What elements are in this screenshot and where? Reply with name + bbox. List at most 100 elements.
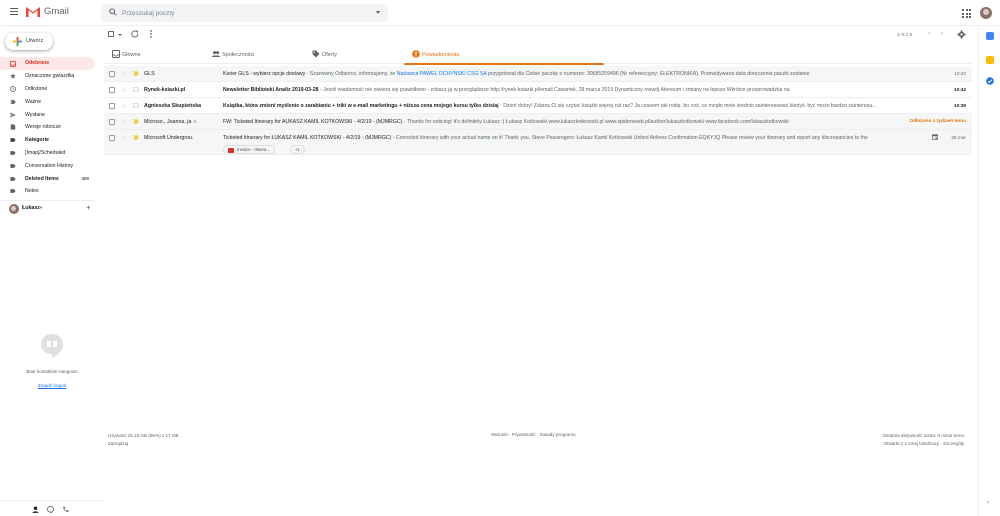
phone-icon[interactable]: [62, 506, 69, 513]
label-icon: [10, 138, 16, 143]
select-all-checkbox[interactable]: [108, 31, 114, 37]
email-subject: Ticketed Itinerary for ŁUKASZ KAMIL KOTK…: [223, 135, 392, 141]
clock-icon: [10, 86, 16, 93]
email-sender-names: Microso., Joanna, ja: [144, 119, 192, 125]
tab-updates[interactable]: Powiadomienia: [404, 45, 604, 65]
important-marker-icon[interactable]: [133, 119, 139, 124]
email-snippet: - Corrected itinerary with your actual n…: [391, 135, 868, 141]
more-options-icon[interactable]: [150, 30, 152, 38]
email-sender: Agnieszka Skupieńska: [144, 103, 202, 109]
last-activity: Ostatnia aktywność konta: 0 minut temu: [882, 433, 964, 438]
user-name: Łukasz: [22, 205, 40, 211]
chevron-right-icon[interactable]: ›: [987, 500, 989, 506]
keep-addon-icon[interactable]: [986, 56, 994, 64]
manage-storage-link[interactable]: Zarządzaj: [108, 440, 178, 448]
gmail-app: Gmail Utwórz Odebrane: [0, 0, 1000, 516]
activity-details-link[interactable]: Otwarte z 1 innej lokalizacji · Szczegół…: [883, 440, 964, 448]
person-icon[interactable]: [32, 506, 39, 513]
important-marker-icon[interactable]: [133, 135, 139, 140]
hangouts-chat-icon[interactable]: [47, 506, 54, 513]
email-snippet-text: - Szanowny Odbiorco, informujemy, że: [305, 71, 397, 77]
star-icon[interactable]: ☆: [121, 70, 127, 78]
main-menu-icon[interactable]: [10, 8, 18, 15]
tab-label: Oferty: [322, 52, 337, 58]
chevron-down-icon[interactable]: ▾: [40, 205, 42, 211]
email-row[interactable]: ☆ Agnieszka Skupieńska Książka, która zm…: [104, 98, 972, 114]
calendar-icon[interactable]: [932, 134, 938, 140]
search-bar[interactable]: [101, 4, 388, 22]
calendar-addon-icon[interactable]: [986, 32, 994, 40]
attachment-chip[interactable]: Invoice - Itinera...: [223, 145, 275, 154]
row-checkbox[interactable]: [109, 71, 115, 77]
find-someone-link[interactable]: Znajdź kogoś: [38, 384, 67, 389]
search-input[interactable]: [122, 7, 362, 19]
footer-links[interactable]: Warunki · Prywatność · Zasady programu: [491, 432, 576, 437]
sidebar-bottom-bar: [0, 500, 104, 516]
sidebar-item-drafts[interactable]: Wersje robocze: [0, 121, 95, 134]
label-icon: [10, 176, 16, 181]
gmail-m-icon: [26, 6, 40, 17]
app-name: Gmail: [44, 6, 69, 17]
row-checkbox[interactable]: [109, 87, 115, 93]
sidebar-item-inbox[interactable]: Odebrane: [0, 57, 95, 70]
sidebar-item-categories[interactable]: Kategorie: [0, 134, 95, 147]
email-subject: Newsletter Biblioteki Analiz 2019-03-28: [223, 87, 319, 93]
compose-button[interactable]: Utwórz: [5, 33, 53, 50]
pagination-range[interactable]: 1–5 z 5: [897, 32, 912, 37]
search-icon[interactable]: [109, 8, 117, 16]
sidebar-item-starred[interactable]: Oznaczone gwiazdką: [0, 70, 95, 83]
email-date: 10:42: [954, 87, 966, 92]
star-icon: [10, 73, 16, 79]
more-attachments-chip[interactable]: +1: [290, 145, 305, 154]
send-icon: [10, 112, 16, 118]
star-icon[interactable]: ☆: [121, 134, 127, 142]
email-preview: Ticketed Itinerary for ŁUKASZ KAMIL KOTK…: [223, 135, 923, 141]
star-icon[interactable]: ☆: [121, 86, 127, 94]
email-preview: FW: Ticketed Itinerary for AUKASZ KAMIL …: [223, 119, 873, 125]
row-checkbox[interactable]: [109, 119, 115, 125]
attachment-name: Invoice - Itinera...: [237, 147, 270, 152]
sidebar-item-sent[interactable]: Wysłane: [0, 108, 95, 121]
refresh-icon[interactable]: [131, 30, 139, 38]
email-row[interactable]: ☆ Microso., Joanna, ja 4 FW: Ticketed Iti…: [104, 114, 972, 130]
email-row[interactable]: ☆ Microsoft Undergrou. Ticketed Itinerar…: [104, 130, 972, 155]
search-options-icon[interactable]: [376, 11, 380, 14]
email-sender: Rynek-ksiazki.pl: [144, 87, 186, 93]
tasks-addon-icon[interactable]: [986, 77, 994, 85]
email-snippet-text: przygotował dla Ciebie paczkę o numerze:…: [486, 71, 810, 77]
thread-count: 4: [193, 119, 196, 124]
star-icon[interactable]: ☆: [121, 118, 127, 126]
email-row[interactable]: ☆ Rynek-ksiazki.pl Newsletter Biblioteki…: [104, 82, 972, 98]
account-avatar[interactable]: [980, 7, 992, 19]
row-checkbox[interactable]: [109, 103, 115, 109]
sidebar-item-deleted-items[interactable]: Deleted Items 489: [0, 172, 95, 185]
important-marker-icon[interactable]: [133, 103, 139, 108]
gear-icon[interactable]: [957, 30, 966, 39]
email-snippet: - Szanowny Odbiorco, informujemy, że Nad…: [305, 71, 810, 77]
avatar[interactable]: [9, 204, 19, 214]
sidebar-item-snoozed[interactable]: Odłożone: [0, 83, 95, 96]
add-contact-icon[interactable]: +: [86, 203, 91, 212]
sidebar-item-label: Conversation History: [25, 162, 74, 169]
important-marker-icon[interactable]: [133, 87, 139, 92]
important-marker-icon[interactable]: [133, 71, 139, 76]
sidebar-item-label: [Imap]/Scheduled: [25, 149, 66, 156]
sidebar-item-label: Wersje robocze: [25, 124, 61, 131]
gmail-logo[interactable]: Gmail: [26, 6, 69, 17]
sidebar-item-important[interactable]: Ważne: [0, 95, 95, 108]
sidebar-item-notes[interactable]: Notes: [0, 185, 95, 198]
label-icon: [10, 189, 16, 194]
star-icon[interactable]: ☆: [121, 102, 127, 110]
email-snippet: - Jeżeli wiadomość nie otwiera się prawi…: [318, 87, 790, 93]
chevron-left-icon[interactable]: ‹: [928, 30, 930, 37]
sidebar-item-imap-scheduled[interactable]: [Imap]/Scheduled: [0, 147, 95, 160]
email-subject: Książka, która zmieni myślenie o zarabia…: [223, 103, 499, 109]
chevron-right-icon[interactable]: ›: [941, 30, 943, 37]
storage-info: Używasz 15,16 GB (95%) z 17 GB Zarządzaj: [108, 432, 178, 448]
sidebar-item-conversation-history[interactable]: Conversation History: [0, 159, 95, 172]
apps-grid-icon[interactable]: [962, 9, 971, 18]
select-options-icon[interactable]: [118, 34, 122, 36]
row-checkbox[interactable]: [109, 135, 115, 141]
email-row[interactable]: ☆ GLS Kurier GLS - wybierz opcje dostawy…: [104, 66, 972, 82]
hangouts-user[interactable]: Łukasz ▾ +: [0, 200, 95, 214]
